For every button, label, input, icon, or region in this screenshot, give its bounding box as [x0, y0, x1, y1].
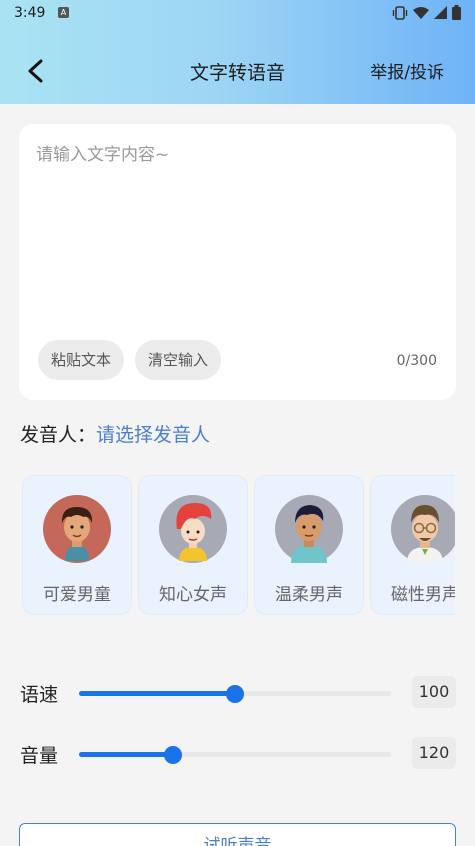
volume-slider-thumb[interactable] — [163, 746, 182, 764]
preview-voice-button[interactable]: 试听声音 — [19, 823, 456, 846]
voice-card[interactable]: 温柔男声 — [254, 475, 364, 615]
speed-slider-fill — [79, 691, 235, 696]
boy-avatar-icon — [43, 495, 111, 563]
status-time: 3:49 — [14, 5, 46, 21]
voice-name: 知心女声 — [159, 585, 227, 605]
notification-a-icon: A — [58, 7, 69, 18]
man-avatar-icon — [275, 495, 343, 563]
speaker-row: 发音人： 请选择发音人 — [20, 420, 210, 447]
volume-slider-row: 音量 120 — [20, 737, 456, 771]
speed-slider[interactable] — [79, 685, 391, 703]
paste-text-button[interactable]: 粘贴文本 — [38, 340, 125, 380]
wifi-icon — [413, 7, 429, 19]
speed-slider-thumb[interactable] — [226, 685, 244, 703]
voice-list: 可爱男童 知心女声 温柔男声 磁性男声 — [22, 475, 455, 615]
header-bar: 3:49 A 文字转语音 举报/投诉 — [0, 0, 475, 104]
voice-card[interactable]: 磁性男声 — [370, 475, 455, 615]
volume-label: 音量 — [20, 745, 59, 767]
voice-card[interactable]: 知心女声 — [138, 475, 248, 615]
speed-slider-row: 语速 100 — [20, 676, 456, 710]
vibrate-icon — [392, 5, 408, 20]
status-icons — [392, 5, 461, 20]
speaker-label: 发音人： — [20, 424, 97, 446]
speed-value: 100 — [412, 676, 456, 708]
voice-name: 可爱男童 — [43, 585, 111, 605]
text-input-placeholder[interactable]: 请输入文字内容~ — [36, 140, 169, 165]
voice-name: 磁性男声 — [391, 585, 455, 605]
select-speaker-link[interactable]: 请选择发音人 — [96, 420, 210, 447]
report-button[interactable]: 举报/投诉 — [370, 58, 444, 83]
glasses-man-avatar-icon — [391, 495, 455, 563]
speed-label: 语速 — [20, 684, 59, 706]
volume-slider-fill — [79, 752, 173, 757]
voice-name: 温柔男声 — [275, 585, 343, 605]
volume-slider[interactable] — [79, 746, 391, 764]
battery-icon — [452, 5, 461, 20]
clear-input-button[interactable]: 清空输入 — [135, 340, 222, 380]
signal-icon — [434, 6, 447, 19]
text-input-card[interactable]: 请输入文字内容~ 粘贴文本 清空输入 0/300 — [19, 124, 456, 400]
woman-avatar-icon — [159, 495, 227, 563]
character-counter: 0/300 — [396, 353, 437, 369]
volume-value: 120 — [412, 737, 456, 769]
status-bar: 3:49 A — [0, 0, 475, 26]
voice-card[interactable]: 可爱男童 — [22, 475, 132, 615]
